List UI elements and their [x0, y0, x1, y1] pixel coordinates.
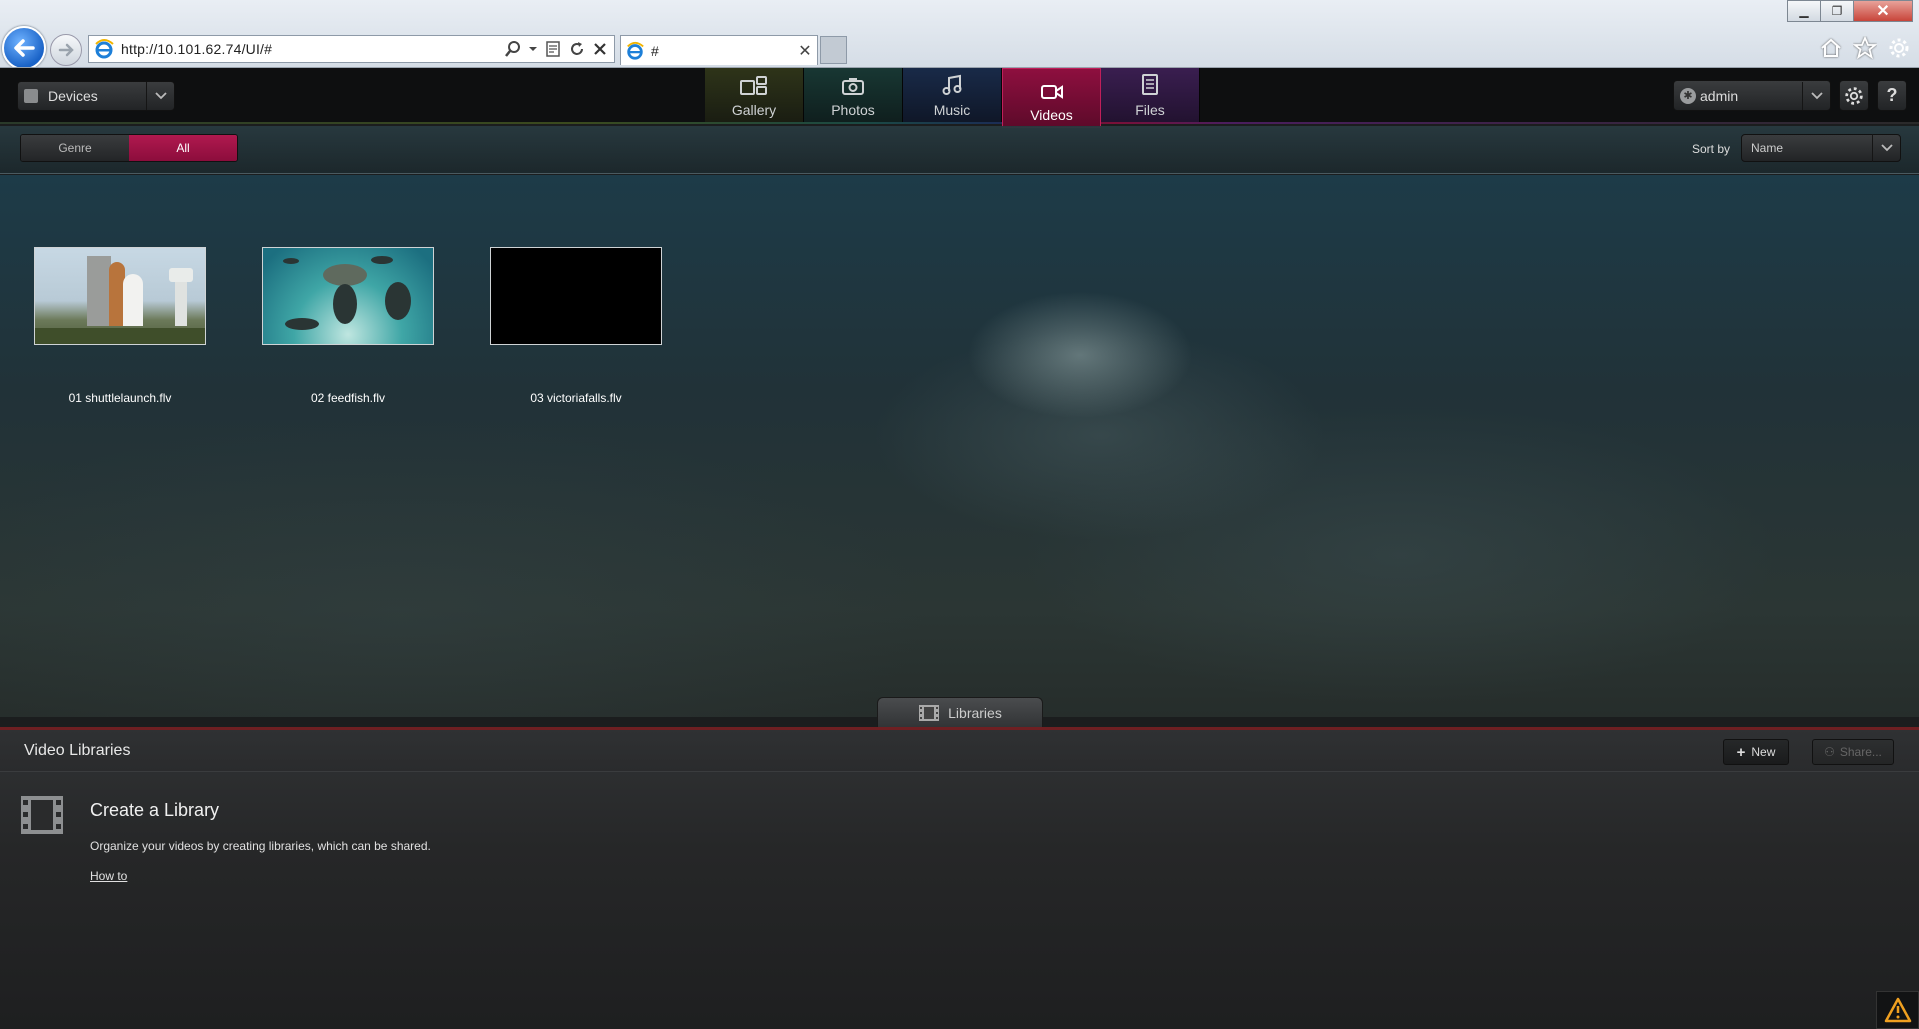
help-label: ? — [1886, 85, 1898, 105]
tab-close-icon[interactable]: ✕ — [797, 41, 813, 61]
dropdown-arrow-icon[interactable] — [528, 40, 538, 58]
favorites-star-icon[interactable] — [1851, 34, 1879, 62]
browser-toolbar: ▁ ❐ ✕ http://10.101.62.74/UI/# # ✕ — [0, 0, 1919, 68]
film-strip-icon — [919, 704, 940, 721]
tab-files-label: Files — [1135, 102, 1165, 118]
share-label: Share... — [1839, 745, 1882, 759]
gear-icon — [1845, 86, 1863, 105]
video-item[interactable]: 02 feedfish.flv — [262, 247, 434, 405]
panel-header: Video Libraries + New ⚇ Share... — [0, 730, 1919, 772]
video-item[interactable]: 01 shuttlelaunch.flv — [34, 247, 206, 405]
user-dropdown[interactable]: ✱ admin — [1673, 80, 1831, 111]
video-name: 03 victoriafalls.flv — [530, 391, 622, 405]
video-thumbnail[interactable] — [34, 247, 206, 345]
devices-dropdown[interactable]: Devices — [17, 81, 175, 111]
libraries-tab-label: Libraries — [948, 704, 1002, 721]
music-note-icon — [942, 74, 962, 95]
how-to-link[interactable]: How to — [90, 869, 127, 883]
share-library-button[interactable]: ⚇ Share... — [1812, 739, 1894, 765]
forward-arrow-icon — [58, 43, 74, 57]
share-icon: ⚇ — [1824, 745, 1835, 759]
address-bar[interactable]: http://10.101.62.74/UI/# — [88, 35, 615, 63]
warning-icon — [1884, 997, 1911, 1023]
video-item[interactable]: 03 victoriafalls.flv — [490, 247, 662, 405]
video-thumbnail[interactable] — [262, 247, 434, 345]
new-library-button[interactable]: + New — [1723, 739, 1789, 765]
user-label: admin — [1700, 87, 1739, 104]
panel-title: Video Libraries — [24, 742, 131, 759]
compatibility-view-icon[interactable] — [544, 40, 562, 58]
tab-music[interactable]: Music — [903, 68, 1002, 122]
tab-gallery-label: Gallery — [731, 102, 777, 118]
film-strip-icon — [21, 796, 63, 834]
home-icon[interactable] — [1817, 34, 1845, 62]
tab-music-label: Music — [933, 102, 971, 118]
ie-tab-icon — [627, 41, 644, 60]
chevron-down-icon — [146, 82, 174, 110]
video-name: 02 feedfish.flv — [310, 391, 386, 405]
forward-button[interactable] — [50, 34, 82, 66]
video-libraries-panel: Video Libraries + New ⚇ Share... Create … — [0, 727, 1919, 1029]
genre-button[interactable]: Genre — [21, 135, 129, 161]
camera-icon — [842, 78, 864, 95]
create-library-description: Organize your videos by creating librari… — [90, 839, 431, 853]
tab-videos-label: Videos — [1030, 107, 1073, 123]
document-icon — [1142, 74, 1158, 95]
app-header: Devices Gallery Photos Music Videos File… — [0, 68, 1919, 128]
back-arrow-icon — [14, 39, 35, 57]
new-label: New — [1751, 745, 1776, 759]
sort-dropdown[interactable]: Name — [1741, 134, 1901, 162]
main-nav: Gallery Photos Music Videos Files — [705, 68, 1200, 128]
settings-button[interactable] — [1839, 80, 1869, 111]
video-camera-icon — [1040, 85, 1063, 99]
chevron-down-icon — [1872, 134, 1900, 162]
back-button[interactable] — [2, 26, 46, 67]
all-button[interactable]: All — [129, 135, 237, 161]
refresh-icon[interactable] — [568, 40, 586, 58]
new-tab-button[interactable] — [820, 36, 847, 64]
warning-button[interactable] — [1876, 991, 1919, 1029]
sort-value: Name — [1751, 141, 1784, 155]
browser-tab[interactable]: # ✕ — [620, 35, 818, 65]
devices-label: Devices — [48, 88, 98, 104]
tab-photos-label: Photos — [831, 102, 875, 118]
user-avatar-icon: ✱ — [1680, 87, 1696, 104]
tab-gallery[interactable]: Gallery — [705, 68, 804, 122]
search-icon[interactable] — [504, 40, 522, 58]
tools-gear-icon[interactable] — [1885, 34, 1913, 62]
device-icon — [24, 89, 38, 103]
minimize-button[interactable]: ▁ — [1787, 0, 1821, 22]
tab-videos[interactable]: Videos — [1002, 68, 1101, 128]
create-library-title: Create a Library — [90, 800, 220, 820]
tab-title: # — [651, 42, 659, 59]
gallery-icon — [740, 76, 767, 95]
chevron-down-icon — [1802, 81, 1830, 110]
sort-by-label: Sort by — [1692, 142, 1731, 156]
video-thumbnail[interactable] — [490, 247, 662, 345]
tab-photos[interactable]: Photos — [804, 68, 903, 122]
help-button[interactable]: ? — [1877, 80, 1907, 111]
restore-button[interactable]: ❐ — [1820, 0, 1854, 22]
video-name: 01 shuttlelaunch.flv — [68, 391, 172, 405]
stop-icon[interactable] — [592, 41, 608, 57]
ie-logo-icon — [95, 39, 114, 59]
address-text: http://10.101.62.74/UI/# — [121, 41, 273, 57]
close-window-button[interactable]: ✕ — [1853, 0, 1913, 22]
video-grid: 01 shuttlelaunch.flv 02 feedfish.flv 03 … — [0, 175, 1919, 717]
window-controls: ▁ ❐ ✕ — [1787, 0, 1913, 22]
plus-icon: + — [1736, 743, 1746, 761]
view-toggle: Genre All — [20, 134, 238, 162]
filter-bar: Genre All Sort by Name — [0, 126, 1919, 174]
tab-files[interactable]: Files — [1101, 68, 1200, 122]
libraries-tab[interactable]: Libraries — [877, 697, 1043, 727]
